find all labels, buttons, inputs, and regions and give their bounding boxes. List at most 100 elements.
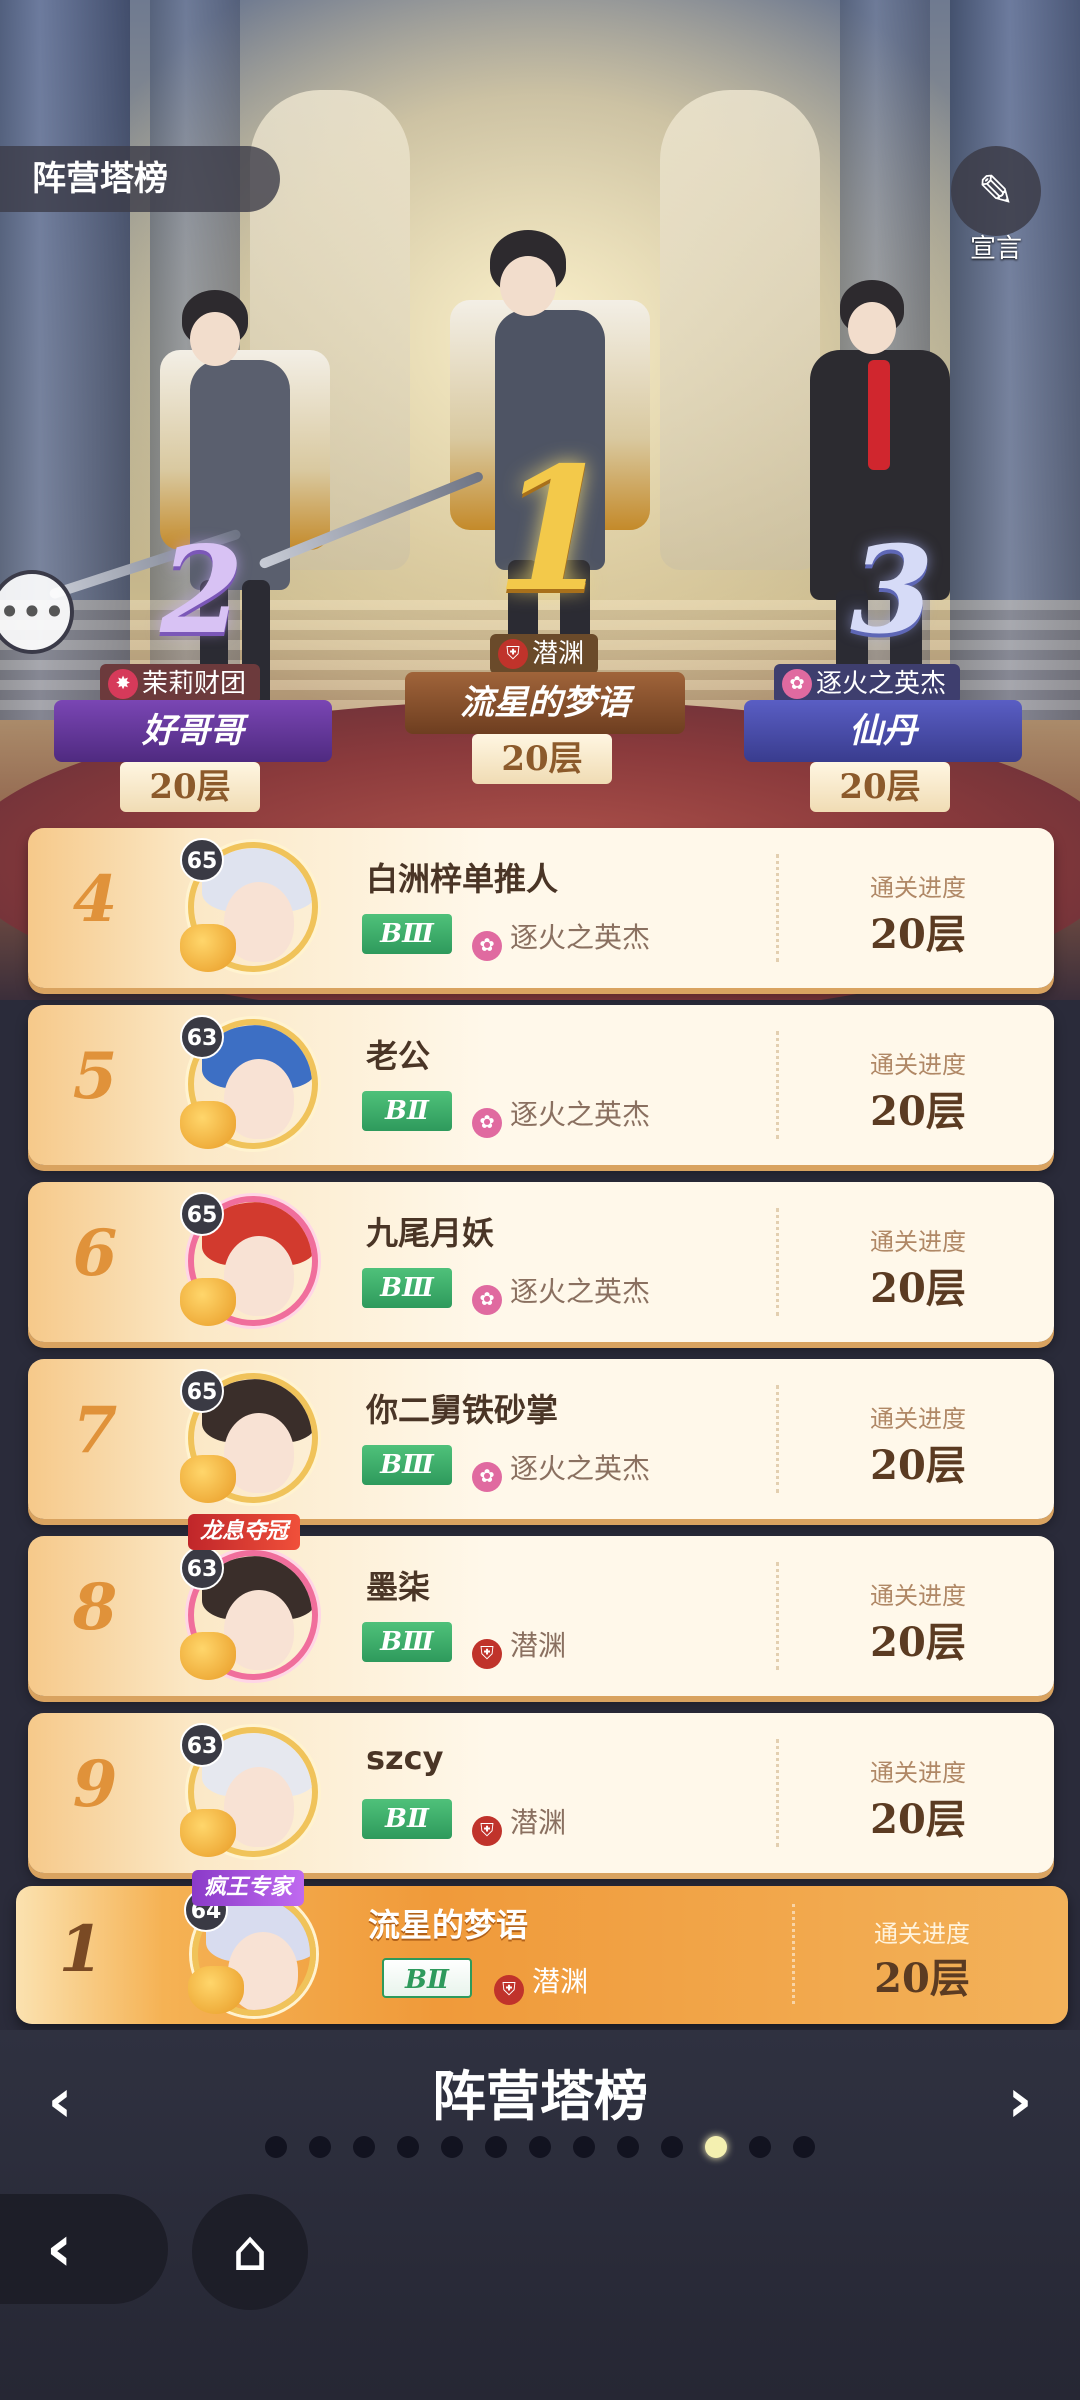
page-title: 阵营塔榜 (432, 2065, 648, 2128)
page-dot[interactable] (265, 2136, 287, 2158)
rank-number: 8 (72, 1570, 118, 1645)
faction-rose-icon: ✿ (472, 931, 502, 961)
divider (776, 1031, 779, 1139)
podium-rank-3-numeral: 3 (850, 520, 934, 661)
edit-note-icon: ✎ (951, 146, 1041, 236)
page-dot[interactable] (485, 2136, 507, 2158)
page-dot[interactable] (529, 2136, 551, 2158)
progress-label: 通关进度 (870, 874, 966, 902)
page-dot[interactable] (705, 2136, 727, 2158)
player-faction: ✿ 逐火之英杰 (472, 1093, 650, 1138)
faction-rose-icon: ✿ (472, 1285, 502, 1315)
page-dot[interactable] (661, 2136, 683, 2158)
progress-value: 20层 (870, 911, 966, 958)
declare-button[interactable]: ✎ 宣言 (948, 146, 1044, 266)
podium-rank-2-name: 好哥哥 (54, 700, 332, 762)
rank-number: 7 (72, 1393, 118, 1468)
podium-rank-1-floor: 20层 (472, 734, 612, 784)
progress-value: 20层 (870, 1265, 966, 1312)
prev-page-button[interactable]: ‹ (30, 2066, 90, 2136)
title-banner: 疯王专家 (192, 1870, 305, 1906)
faction-label: 逐火之英杰 (510, 1452, 651, 1485)
faction-rose-icon: ✿ (782, 669, 812, 699)
page-dot[interactable] (573, 2136, 595, 2158)
rank-row[interactable]: 9 63 szcy BⅡ ⛨ 潜渊 通关进度 20层 (28, 1713, 1054, 1873)
pet-icon (188, 1966, 244, 2014)
level-badge: 63 (180, 1546, 224, 1590)
back-arrow-icon: ‹ (46, 2212, 73, 2286)
page-dot[interactable] (793, 2136, 815, 2158)
faction-label: 茉莉财团 (142, 669, 247, 699)
progress-value: 20层 (870, 1796, 966, 1843)
podium-rank-3-name: 仙丹 (744, 700, 1022, 762)
faction-label: 潜渊 (510, 1629, 567, 1662)
faction-label: 逐火之英杰 (510, 1098, 651, 1131)
faction-label: 逐火之英杰 (510, 1275, 651, 1308)
player-name: 白洲梓单推人 (366, 860, 559, 898)
page-indicator (0, 2136, 1080, 2158)
player-name: szcy (366, 1739, 444, 1777)
player-faction: ⛨ 潜渊 (494, 1960, 588, 2005)
pet-icon (180, 1455, 236, 1503)
page-title-chip: 阵营塔榜 (0, 146, 280, 212)
page-dot[interactable] (397, 2136, 419, 2158)
divider (776, 854, 779, 962)
divider (776, 1385, 779, 1493)
tier-badge: BⅢ (362, 1445, 452, 1485)
player-faction: ✿ 逐火之英杰 (472, 1447, 650, 1492)
pet-icon (180, 1278, 236, 1326)
page-dot[interactable] (441, 2136, 463, 2158)
rank-number: 9 (72, 1747, 118, 1822)
tier-badge: BⅢ (362, 1268, 452, 1308)
rank-list: 4 65 白洲梓单推人 BⅢ ✿ 逐火之英杰 通关进度 20层 5 63 老公 B… (28, 828, 1054, 1890)
divider (776, 1739, 779, 1847)
level-badge: 63 (180, 1723, 224, 1767)
faction-label: 潜渊 (532, 639, 585, 669)
my-rank-row[interactable]: 1 疯王专家 64 流星的梦语 BⅡ ⛨ 潜渊 通关进度 20层 (16, 1870, 1068, 2024)
title-banner: 龙息夺冠 (188, 1514, 301, 1550)
faction-shield-icon: ⛨ (494, 1975, 524, 2005)
player-faction: ⛨ 潜渊 (472, 1801, 566, 1846)
rank-row[interactable]: 5 63 老公 BⅡ ✿ 逐火之英杰 通关进度 20层 (28, 1005, 1054, 1165)
podium-rank-1-numeral: 1 (495, 430, 614, 630)
player-name: 你二舅铁砂掌 (366, 1391, 559, 1429)
faction-shield-icon: ⛨ (498, 639, 528, 669)
faction-label: 潜渊 (532, 1965, 589, 1998)
rank-number: 6 (72, 1216, 118, 1291)
progress-label: 通关进度 (874, 1920, 970, 1948)
page-dot[interactable] (749, 2136, 771, 2158)
tier-badge: BⅡ (382, 1958, 472, 1998)
rank-row[interactable]: 4 65 白洲梓单推人 BⅢ ✿ 逐火之英杰 通关进度 20层 (28, 828, 1054, 988)
faction-label: 逐火之英杰 (510, 921, 651, 954)
home-button[interactable]: ⌂ (192, 2194, 308, 2310)
page-dot[interactable] (309, 2136, 331, 2158)
player-faction: ✿ 逐火之英杰 (472, 1270, 650, 1315)
podium-rank-3-floor: 20层 (810, 762, 950, 812)
progress-label: 通关进度 (870, 1759, 966, 1787)
rank-number: 5 (72, 1039, 118, 1114)
podium-rank-2-numeral: 2 (160, 520, 244, 661)
page-dot[interactable] (353, 2136, 375, 2158)
progress-label: 通关进度 (870, 1051, 966, 1079)
level-badge: 65 (180, 1369, 224, 1413)
page-dot[interactable] (617, 2136, 639, 2158)
declare-label: 宣言 (969, 234, 1022, 264)
tier-badge: BⅢ (362, 914, 452, 954)
faction-rose-icon: ✿ (472, 1108, 502, 1138)
back-button[interactable]: ‹ (0, 2194, 168, 2304)
pet-icon (180, 1632, 236, 1680)
next-page-button[interactable]: › (990, 2066, 1050, 2136)
tier-badge: BⅢ (362, 1622, 452, 1662)
rank-row[interactable]: 8 63 龙息夺冠 墨柒 BⅢ ⛨ 潜渊 通关进度 20层 (28, 1514, 1054, 1696)
progress-label: 通关进度 (870, 1582, 966, 1610)
rank-row[interactable]: 7 65 你二舅铁砂掌 BⅢ ✿ 逐火之英杰 通关进度 20层 (28, 1359, 1054, 1519)
level-badge: 65 (180, 1192, 224, 1236)
divider (792, 1904, 795, 2004)
rank-number: 4 (72, 862, 118, 937)
podium-rank-1-faction: ⛨ 潜渊 (490, 634, 599, 674)
player-faction: ✿ 逐火之英杰 (472, 916, 650, 961)
rank-row[interactable]: 6 65 九尾月妖 BⅢ ✿ 逐火之英杰 通关进度 20层 (28, 1182, 1054, 1342)
tier-badge: BⅡ (362, 1091, 452, 1131)
home-icon: ⌂ (232, 2219, 268, 2284)
pet-icon (180, 924, 236, 972)
